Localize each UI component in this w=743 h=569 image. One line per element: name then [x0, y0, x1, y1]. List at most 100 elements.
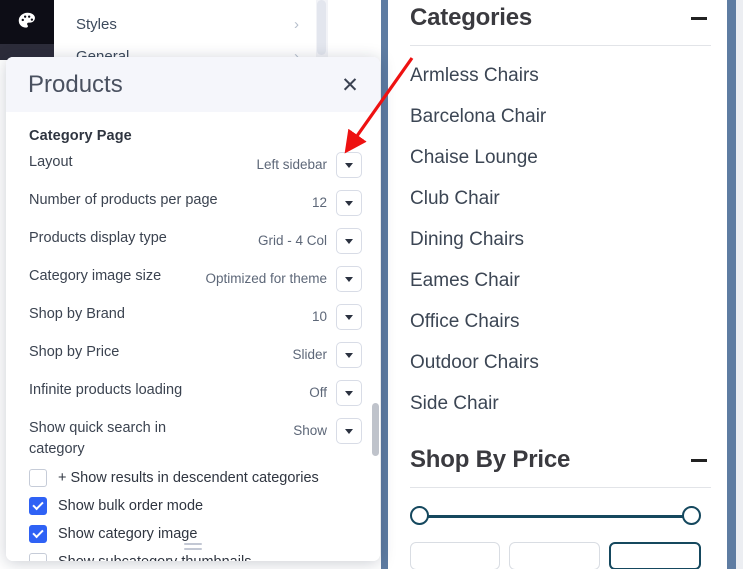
setting-row-category-image-size: Category image size Optimized for theme	[6, 266, 380, 298]
chevron-down-icon	[345, 428, 353, 434]
checkbox-row-descendent-categories: + Show results in descendent categories	[6, 469, 380, 488]
checkbox-label: Show category image	[58, 526, 198, 543]
shop-by-price-dropdown-button[interactable]	[336, 342, 362, 368]
category-link[interactable]: Club Chair	[410, 178, 711, 219]
category-link[interactable]: Office Chairs	[410, 301, 711, 342]
storefront-sidebar-preview: Categories Armless Chairs Barcelona Chai…	[388, 0, 727, 569]
chevron-down-icon	[345, 276, 353, 282]
modal-resize-handle[interactable]	[184, 543, 202, 553]
setting-label: Infinite products loading	[29, 382, 183, 398]
setting-value: Off	[309, 385, 327, 400]
checkbox-subcategory-thumbnails[interactable]	[29, 553, 47, 561]
category-link[interactable]: Eames Chair	[410, 260, 711, 301]
setting-value: 10	[311, 309, 327, 324]
category-link[interactable]: Dining Chairs	[410, 219, 711, 260]
price-go-button[interactable]	[608, 542, 701, 569]
setting-value: Show	[293, 423, 327, 438]
setting-row-shop-by-price: Shop by Price Slider	[6, 342, 380, 374]
setting-value: Slider	[292, 347, 327, 362]
price-range-slider[interactable]	[410, 506, 701, 528]
chevron-down-icon	[345, 352, 353, 358]
products-settings-modal: Products ✕ Category Page Layout Left sid…	[6, 57, 380, 561]
checkbox-row-bulk-order-mode: Show bulk order mode	[6, 497, 380, 516]
modal-body: Category Page Layout Left sidebar Number…	[6, 112, 380, 561]
screen-root: Styles › General › Categories Armless Ch…	[0, 0, 743, 569]
setting-row-products-per-page: Number of products per page 12	[6, 190, 380, 222]
setting-row-shop-by-brand: Shop by Brand 10	[6, 304, 380, 336]
checkbox-row-subcategory-thumbnails: Show subcategory thumbnails	[6, 553, 380, 561]
category-link[interactable]: Side Chair	[410, 383, 711, 424]
check-icon	[32, 527, 44, 539]
chevron-down-icon	[345, 162, 353, 168]
checkbox-row-category-image: Show category image	[6, 525, 380, 544]
modal-scrollbar-thumb[interactable]	[372, 403, 379, 456]
price-filter-fields	[410, 542, 701, 569]
category-image-size-dropdown-button[interactable]	[336, 266, 362, 292]
section-title: Category Page	[29, 128, 132, 144]
category-link[interactable]: Chaise Lounge	[410, 137, 711, 178]
palette-icon[interactable]	[16, 10, 38, 32]
price-slider-handle-max[interactable]	[682, 506, 701, 525]
setting-row-display-type: Products display type Grid - 4 Col	[6, 228, 380, 260]
chevron-down-icon	[345, 314, 353, 320]
menu-item-label: Styles	[76, 15, 117, 33]
chevron-down-icon	[345, 200, 353, 206]
price-min-input[interactable]	[410, 542, 501, 569]
check-icon	[32, 499, 44, 511]
layout-dropdown-button[interactable]	[336, 152, 362, 178]
minus-icon[interactable]	[691, 16, 707, 20]
category-link[interactable]: Barcelona Chair	[410, 96, 711, 137]
setting-label: Shop by Brand	[29, 306, 125, 322]
admin-icon-rail	[0, 0, 54, 44]
categories-widget-header: Categories	[410, 0, 711, 32]
price-slider-handle-min[interactable]	[410, 506, 429, 525]
checkbox-category-image[interactable]	[29, 525, 47, 544]
quick-search-dropdown-button[interactable]	[336, 418, 362, 444]
products-per-page-dropdown-button[interactable]	[336, 190, 362, 216]
checkbox-bulk-order-mode[interactable]	[29, 497, 47, 516]
checkbox-label: Show bulk order mode	[58, 498, 204, 515]
category-link[interactable]: Armless Chairs	[410, 55, 711, 96]
setting-label: Number of products per page	[29, 192, 218, 208]
setting-label: Shop by Price	[29, 344, 120, 360]
setting-label: Show quick search in category	[29, 420, 167, 457]
chevron-down-icon	[345, 238, 353, 244]
setting-row-infinite-loading: Infinite products loading Off	[6, 380, 380, 412]
categories-list: Armless Chairs Barcelona Chair Chaise Lo…	[410, 46, 711, 424]
panel-divider-right	[727, 0, 736, 569]
menu-panel-edge	[328, 0, 336, 58]
close-icon[interactable]: ✕	[338, 73, 362, 97]
category-link[interactable]: Outdoor Chairs	[410, 342, 711, 383]
setting-label: Category image size	[29, 268, 162, 284]
page-title: Products	[28, 70, 123, 98]
infinite-loading-dropdown-button[interactable]	[336, 380, 362, 406]
chevron-right-icon: ›	[294, 15, 299, 33]
minus-icon[interactable]	[691, 458, 707, 462]
chevron-down-icon	[345, 390, 353, 396]
outer-background	[736, 0, 743, 569]
price-widget-title: Shop By Price	[410, 446, 571, 473]
setting-value: Grid - 4 Col	[257, 233, 327, 248]
setting-row-quick-search: Show quick search in category Show	[6, 418, 380, 459]
setting-label: Products display type	[29, 230, 167, 246]
price-slider-track	[418, 515, 693, 518]
modal-header: Products ✕	[6, 57, 380, 112]
setting-value: Left sidebar	[256, 157, 327, 172]
modal-scrollbar-track[interactable]	[371, 112, 380, 561]
setting-value: 12	[311, 195, 327, 210]
price-max-input[interactable]	[509, 542, 600, 569]
setting-row-layout: Layout Left sidebar	[6, 152, 380, 184]
setting-label: Layout	[29, 154, 73, 170]
categories-widget-title: Categories	[410, 4, 533, 31]
panel-divider-left	[381, 0, 388, 569]
checkbox-label: + Show results in descendent categories	[58, 470, 319, 487]
shop-by-brand-dropdown-button[interactable]	[336, 304, 362, 330]
menu-item-styles[interactable]: Styles ›	[54, 8, 309, 40]
price-widget-divider	[410, 487, 711, 488]
checkbox-descendent-categories[interactable]	[29, 469, 47, 488]
setting-value: Optimized for theme	[205, 271, 327, 286]
menu-scrollbar-thumb[interactable]	[317, 0, 326, 55]
display-type-dropdown-button[interactable]	[336, 228, 362, 254]
checkbox-label: Show subcategory thumbnails	[58, 554, 251, 561]
price-widget-header: Shop By Price	[410, 424, 711, 474]
